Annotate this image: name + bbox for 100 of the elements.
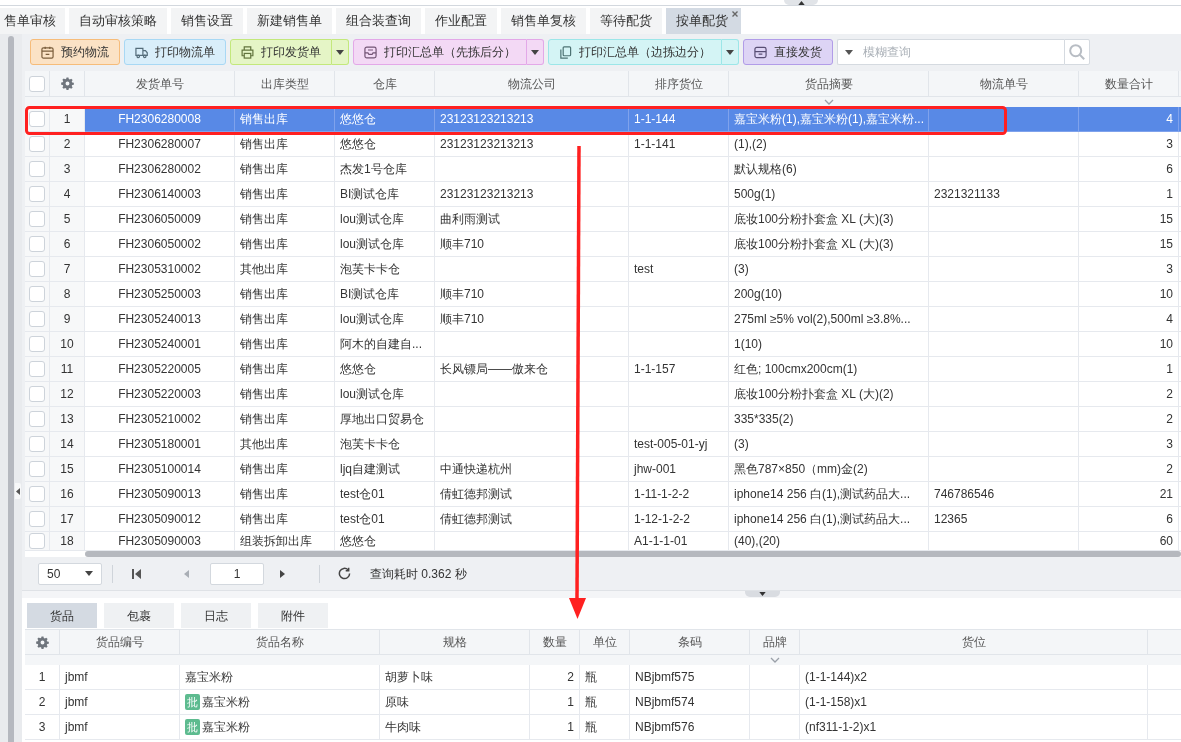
- tab[interactable]: 自动审核策略: [69, 8, 167, 34]
- caret-down-icon: [336, 49, 344, 55]
- panel-toggle[interactable]: [15, 483, 21, 499]
- table-row[interactable]: FH2305180001 其他出库 泡芙卡卡仓 test-005-01-yj (3) 3: [85, 432, 1181, 457]
- tab[interactable]: 日志: [181, 603, 251, 628]
- tab[interactable]: 等待配货: [590, 8, 662, 34]
- checkbox[interactable]: [29, 361, 45, 377]
- table-row[interactable]: FH2306140003 销售出库 BI测试仓库 23123123213213 500g(1) 2321321133 1: [85, 182, 1181, 207]
- toolbar-button[interactable]: 预约物流: [30, 39, 120, 65]
- settings-icon[interactable]: [60, 77, 74, 90]
- horizontal-scrollbar[interactable]: [85, 551, 1181, 557]
- table-row[interactable]: 3 jbmf 批 嘉宝米粉 牛肉味 1 瓶 NBjbmf576 (nf311-1-2)x1: [25, 715, 1181, 740]
- tab[interactable]: 售单审核: [0, 8, 65, 34]
- column-header[interactable]: 排序货位: [629, 71, 729, 96]
- first-page-icon[interactable]: [132, 568, 141, 579]
- toolbar-button[interactable]: 打印发货单: [230, 39, 332, 65]
- column-header[interactable]: 数量: [530, 630, 580, 654]
- checkbox[interactable]: [29, 436, 45, 452]
- checkbox[interactable]: [29, 161, 45, 177]
- row-number: 9: [50, 307, 85, 332]
- table-row[interactable]: FH2305210002 销售出库 厚地出口贸易仓 335*335(2) 2: [85, 407, 1181, 432]
- tab[interactable]: 附件: [258, 603, 328, 628]
- column-header[interactable]: 仓库: [335, 71, 435, 96]
- table-row[interactable]: FH2305090012 销售出库 test仓01 倩虹德邦测试 1-12-1-2-2 iphone14 256 白(1),测试药品大... 12365 6: [85, 507, 1181, 532]
- table-row[interactable]: FH2306280002 销售出库 杰发1号仓库 默认规格(6) 6: [85, 157, 1181, 182]
- table-cell: 牛肉味: [380, 715, 530, 740]
- column-header[interactable]: 物流单号: [929, 71, 1079, 96]
- column-header[interactable]: 货位: [800, 630, 1148, 654]
- checkbox[interactable]: [29, 533, 45, 549]
- page-input[interactable]: 1: [210, 562, 264, 585]
- table-row[interactable]: FH2306050009 销售出库 lou测试仓库 曲利雨测试 底妆100分粉扑套盒 XL (大)(3) 15: [85, 207, 1181, 232]
- checkbox[interactable]: [29, 386, 45, 402]
- row-number: 18: [50, 532, 85, 551]
- close-icon[interactable]: [732, 11, 738, 17]
- toolbar-button[interactable]: 打印汇总单（先拣后分）: [353, 39, 527, 65]
- table-row[interactable]: FH2305240001 销售出库 阿木的自建自... 1(10) 10: [85, 332, 1181, 357]
- collapse-handle[interactable]: [745, 591, 780, 597]
- checkbox[interactable]: [29, 336, 45, 352]
- tab[interactable]: 按单配货: [666, 8, 741, 34]
- checkbox[interactable]: [29, 261, 45, 277]
- toolbar-button[interactable]: 打印汇总单（边拣边分）: [548, 39, 722, 65]
- table-row[interactable]: FH2305100014 销售出库 ljq自建测试 中通快递杭州 jhw-001 黑色787×850（mm)金(2) 2: [85, 457, 1181, 482]
- table-row[interactable]: FH2305240013 销售出库 lou测试仓库 顺丰710 275ml ≥5% vol(2),500ml ≥3.8%... 4: [85, 307, 1181, 332]
- tab[interactable]: 新建销售单: [247, 8, 332, 34]
- settings-icon[interactable]: [35, 635, 49, 649]
- tab[interactable]: 组合装查询: [336, 8, 421, 34]
- table-row[interactable]: FH2305250003 销售出库 BI测试仓库 顺丰710 200g(10) 10: [85, 282, 1181, 307]
- table-row[interactable]: FH2305220003 销售出库 lou测试仓库 底妆100分粉扑套盒 XL (大)(2) 2: [85, 382, 1181, 407]
- tab[interactable]: 作业配置: [425, 8, 497, 34]
- dropdown-button[interactable]: [332, 39, 349, 65]
- column-header[interactable]: 货品编号: [60, 630, 180, 654]
- checkbox[interactable]: [29, 136, 45, 152]
- column-header[interactable]: 品牌: [750, 630, 800, 654]
- dropdown-button[interactable]: [722, 39, 739, 65]
- column-header[interactable]: 条码: [630, 630, 750, 654]
- tab[interactable]: 销售单复核: [501, 8, 586, 34]
- tab[interactable]: 货品: [27, 603, 97, 628]
- filter-dropdown[interactable]: [837, 39, 859, 65]
- column-header[interactable]: 货品名称: [180, 630, 380, 654]
- caret-left-icon[interactable]: [184, 569, 189, 578]
- page-size-select[interactable]: 50: [38, 562, 102, 585]
- table-cell: 销售出库: [235, 107, 335, 132]
- checkbox[interactable]: [29, 511, 45, 527]
- toolbar-button[interactable]: 直接发货: [743, 39, 833, 65]
- table-row[interactable]: FH2305090003 组装拆卸出库 悠悠仓 A1-1-1-01 (40),(20) 60: [85, 532, 1181, 551]
- column-header[interactable]: 物流公司: [435, 71, 629, 96]
- refresh-icon[interactable]: [338, 567, 351, 580]
- column-header[interactable]: 出库类型: [235, 71, 335, 96]
- checkbox[interactable]: [29, 236, 45, 252]
- checkbox[interactable]: [29, 461, 45, 477]
- search-button[interactable]: [1064, 39, 1090, 65]
- caret-right-icon[interactable]: [280, 569, 285, 578]
- table-row[interactable]: 2 jbmf 批 嘉宝米粉 原味 1 瓶 NBjbmf574 (1-1-158)x1: [25, 690, 1181, 715]
- tab[interactable]: 销售设置: [171, 8, 243, 34]
- checkbox[interactable]: [29, 486, 45, 502]
- collapse-handle[interactable]: [784, 0, 818, 5]
- vertical-scrollbar[interactable]: [8, 36, 14, 742]
- toolbar-button[interactable]: 打印物流单: [124, 39, 226, 65]
- checkbox[interactable]: [29, 111, 45, 127]
- table-row[interactable]: FH2305090013 销售出库 test仓01 倩虹德邦测试 1-11-1-2-2 iphone14 256 白(1),测试药品大... 746786546 21: [85, 482, 1181, 507]
- table-row[interactable]: FH2306050002 销售出库 lou测试仓库 顺丰710 底妆100分粉扑套盒 XL (大)(3) 15: [85, 232, 1181, 257]
- table-row[interactable]: 1 jbmf 嘉宝米粉 胡萝卜味 2 瓶 NBjbmf575 (1-1-144)x2: [25, 665, 1181, 690]
- dropdown-button[interactable]: [527, 39, 544, 65]
- search-field[interactable]: 模糊查询: [859, 39, 1064, 65]
- checkbox[interactable]: [29, 311, 45, 327]
- checkbox[interactable]: [29, 286, 45, 302]
- tab[interactable]: 包裹: [104, 603, 174, 628]
- checkbox[interactable]: [29, 411, 45, 427]
- checkbox[interactable]: [29, 211, 45, 227]
- table-row[interactable]: FH2305310002 其他出库 泡芙卡卡仓 test (3) 3: [85, 257, 1181, 282]
- chevron-down-icon[interactable]: [824, 99, 834, 105]
- column-header[interactable]: 规格: [380, 630, 530, 654]
- select-all-checkbox[interactable]: [29, 75, 45, 92]
- column-header[interactable]: 货品摘要: [729, 71, 929, 96]
- checkbox[interactable]: [29, 186, 45, 202]
- column-header[interactable]: 发货单号: [85, 71, 235, 96]
- column-header[interactable]: 单位: [580, 630, 630, 654]
- table-row[interactable]: FH2305220005 销售出库 悠悠仓 长风镖局——傲来仓 1-1-157 红色; 100cmx200cm(1) 1: [85, 357, 1181, 382]
- chevron-down-icon[interactable]: [770, 657, 780, 663]
- column-header[interactable]: 数量合计: [1079, 71, 1179, 96]
